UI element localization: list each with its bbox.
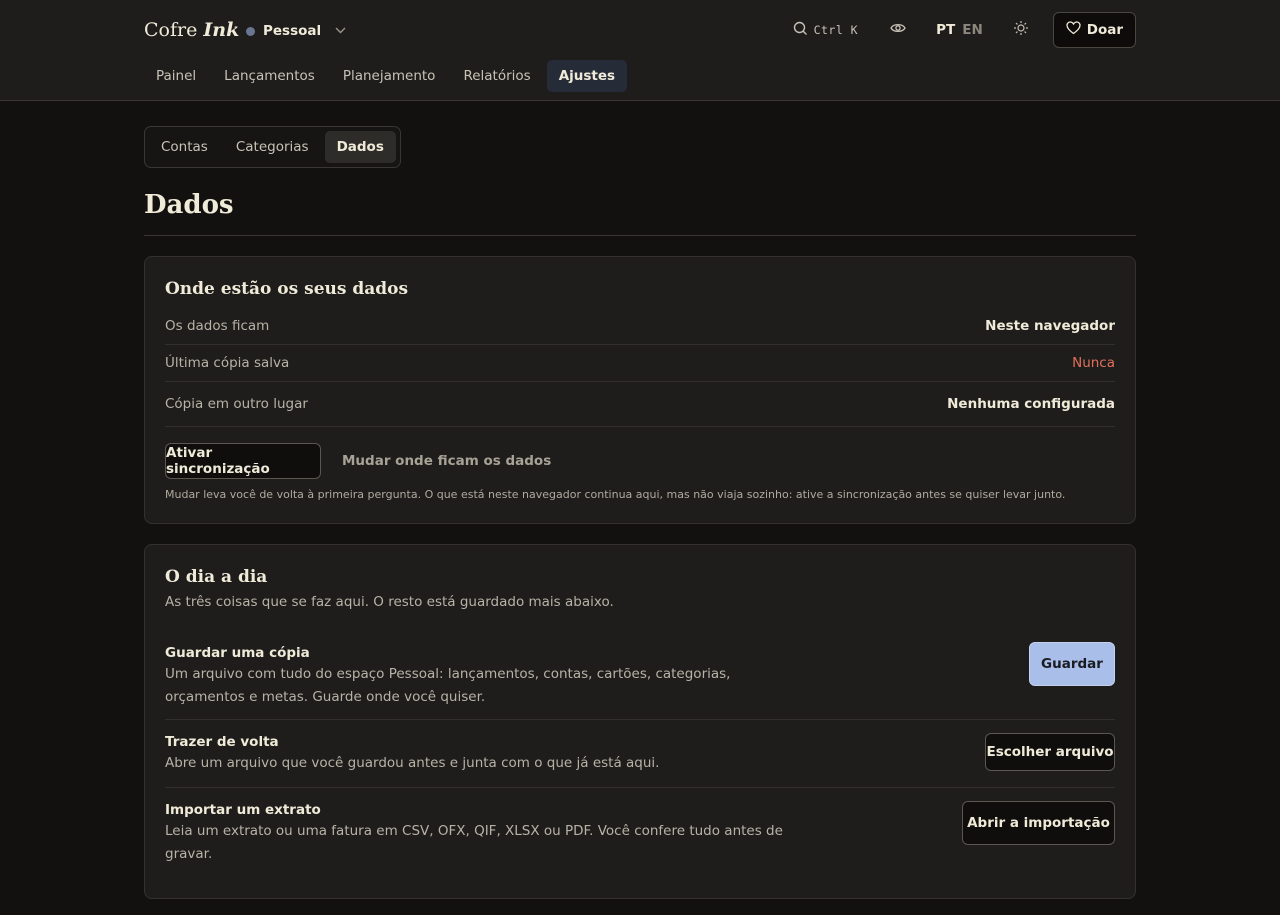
storage-card: Onde estão os seus dados Os dados ficam … (144, 256, 1136, 524)
action-description: Um arquivo com tudo do espaço Pessoal: l… (165, 663, 730, 709)
save-copy-button[interactable]: Guardar (1029, 642, 1115, 686)
action-save-copy: Guardar uma cópia Um arquivo com tudo do… (165, 635, 1115, 720)
tab-painel[interactable]: Painel (144, 60, 208, 92)
tab-lancamentos[interactable]: Lançamentos (212, 60, 327, 92)
page-title: Dados (144, 190, 234, 220)
tab-ajustes[interactable]: Ajustes (546, 60, 628, 92)
action-description-line: Um arquivo com tudo do espaço Pessoal: l… (165, 666, 731, 682)
storage-row-location: Os dados ficam Neste navegador (165, 308, 1115, 345)
brand-name-italic: Ink (203, 19, 240, 41)
brand-name: Cofre (144, 19, 198, 41)
choose-file-button[interactable]: Escolher arquivo (985, 733, 1115, 771)
storage-row-label: Os dados ficam (165, 318, 270, 334)
space-name: Pessoal (263, 23, 322, 39)
action-restore: Trazer de volta Abre um arquivo que você… (165, 720, 1115, 788)
language-switcher: PT EN (936, 22, 983, 38)
header-tools: Ctrl K PT EN Doar (793, 12, 1136, 48)
action-description-line: orçamentos e metas. Guarde onde você qui… (165, 689, 486, 705)
theme-toggle-button[interactable] (1009, 18, 1033, 42)
action-description: Leia um extrato ou uma fatura em CSV, OF… (165, 820, 783, 866)
daily-card-title: O dia a dia (165, 567, 268, 587)
tab-relatorios[interactable]: Relatórios (451, 60, 542, 92)
action-description-line: gravar. (165, 846, 213, 862)
lang-en-button[interactable]: EN (962, 22, 983, 38)
enable-sync-button[interactable]: Ativar sincronização (165, 443, 321, 479)
storage-card-title: Onde estão os seus dados (165, 279, 409, 299)
action-description-line: Leia um extrato ou uma fatura em CSV, OF… (165, 823, 783, 839)
search-button[interactable]: Ctrl K (793, 21, 859, 40)
sun-icon (1013, 20, 1029, 40)
subtab-categorias[interactable]: Categorias (224, 131, 321, 163)
change-location-note: Mudar leva você de volta à primeira perg… (165, 488, 1066, 501)
heart-icon (1066, 21, 1081, 39)
action-import-statement: Importar um extrato Leia um extrato ou u… (165, 788, 1115, 888)
settings-subnav: Contas Categorias Dados (144, 126, 401, 168)
eye-icon (890, 22, 906, 38)
storage-row-value: Nunca (1072, 355, 1115, 371)
storage-row-value: Neste navegador (985, 318, 1115, 334)
donate-label: Doar (1086, 22, 1123, 38)
action-title: Trazer de volta (165, 734, 279, 750)
action-description: Abre um arquivo que você guardou antes e… (165, 752, 659, 775)
storage-row-label: Cópia em outro lugar (165, 396, 308, 412)
subtab-contas[interactable]: Contas (149, 131, 220, 163)
search-icon (793, 21, 808, 40)
privacy-toggle-button[interactable] (886, 18, 910, 42)
action-description-line: Abre um arquivo que você guardou antes e… (165, 755, 660, 771)
storage-row-value: Nenhuma configurada (947, 396, 1115, 412)
storage-row-remote-copy: Cópia em outro lugar Nenhuma configurada (165, 382, 1115, 427)
daily-card: O dia a dia As três coisas que se faz aq… (144, 544, 1136, 899)
subtab-dados[interactable]: Dados (324, 131, 396, 163)
lang-pt-button[interactable]: PT (936, 22, 955, 38)
action-title: Guardar uma cópia (165, 645, 310, 661)
title-divider (144, 235, 1136, 236)
main-nav: Painel Lançamentos Planejamento Relatóri… (144, 60, 628, 92)
open-import-button[interactable]: Abrir a importação (962, 801, 1115, 845)
change-location-button[interactable]: Mudar onde ficam os dados (342, 443, 551, 479)
storage-row-label: Última cópia salva (165, 355, 290, 371)
chevron-down-icon (335, 26, 346, 37)
top-bar: Cofre Ink Pessoal Ctrl K PT EN Doar Pain… (0, 0, 1280, 101)
daily-card-subtitle: As três coisas que se faz aqui. O resto … (165, 594, 614, 610)
donate-button[interactable]: Doar (1052, 12, 1136, 48)
tab-planejamento[interactable]: Planejamento (331, 60, 448, 92)
storage-row-last-backup: Última cópia salva Nunca (165, 345, 1115, 382)
space-color-dot (246, 26, 255, 36)
space-selector[interactable]: Pessoal (246, 20, 346, 42)
brand-logo[interactable]: Cofre Ink (144, 19, 239, 41)
search-shortcut: Ctrl K (813, 23, 859, 37)
action-title: Importar um extrato (165, 802, 321, 818)
